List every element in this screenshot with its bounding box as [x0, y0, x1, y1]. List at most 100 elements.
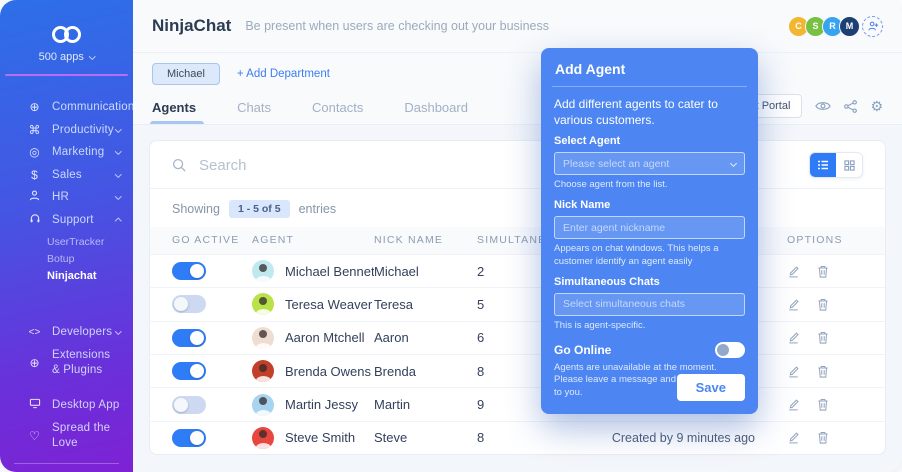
row-toggle[interactable] — [172, 396, 206, 414]
grid-view-button[interactable] — [836, 153, 862, 177]
add-member-button[interactable] — [862, 16, 883, 37]
code-icon: <> — [27, 327, 42, 338]
agent-name: Steve Smith — [285, 430, 355, 445]
row-toggle[interactable] — [172, 429, 206, 447]
sidebar-item-extensions-plugins[interactable]: ⊕ Extensions & Plugins — [0, 344, 133, 382]
sidebar: 500 apps All Apps My Apps ⊕ Communicatio… — [0, 0, 133, 472]
support-submenu: UserTracker Botup Ninjachat — [0, 234, 133, 285]
tab-chats[interactable]: Chats — [237, 100, 271, 124]
showing-row: Showing 1 - 5 of 5 entries — [150, 189, 885, 227]
entries-label: entries — [299, 202, 337, 216]
delete-icon[interactable] — [817, 298, 829, 311]
agent-name: Brenda Owens — [285, 364, 371, 379]
nick-name-label: Nick Name — [554, 199, 745, 211]
page-title: NinjaChat — [152, 16, 231, 36]
sidebar-footer: ✎ ⚙ — [0, 455, 133, 472]
delete-icon[interactable] — [817, 398, 829, 411]
sidebar-item-sales[interactable]: $ Sales — [0, 164, 133, 187]
col-agent: AGENT — [252, 234, 374, 246]
sidebar-item-support[interactable]: Support — [0, 209, 133, 232]
save-button[interactable]: Save — [677, 374, 745, 401]
plugin-icon: ⊕ — [27, 356, 42, 370]
person-plus-icon — [867, 20, 879, 32]
delete-icon[interactable] — [817, 265, 829, 278]
row-toggle[interactable] — [172, 295, 206, 313]
edit-icon[interactable] — [787, 398, 800, 411]
agent-name: Michael Bennett — [285, 264, 374, 279]
sidebar-item-usertracker[interactable]: UserTracker — [47, 234, 133, 251]
row-toggle[interactable] — [172, 329, 206, 347]
nick-name-help: Appears on chat windows. This helps a cu… — [554, 243, 745, 269]
nick-name: Martin — [374, 397, 477, 412]
table-row: Martin Jessy Martin 9 — [150, 387, 885, 420]
table-header: GO ACTIVE AGENT NICK NAME SIMULTANEOUS C… — [150, 227, 885, 254]
dollar-icon: $ — [27, 168, 42, 182]
table-row: Michael Bennett Michael 2 — [150, 254, 885, 287]
tab-agents[interactable]: Agents — [152, 100, 196, 124]
agent-avatar — [252, 293, 274, 315]
all-apps-pill[interactable]: All Apps — [6, 74, 66, 76]
edit-icon[interactable] — [787, 431, 800, 444]
sidebar-item-spread-the-love[interactable]: ♡ Spread the Love — [0, 417, 133, 455]
add-department-link[interactable]: + Add Department — [237, 68, 330, 80]
page-subtitle: Be present when users are checking out y… — [245, 19, 549, 33]
sidebar-item-developers[interactable]: <> Developers — [0, 321, 133, 344]
agents-card: Showing 1 - 5 of 5 entries GO ACTIVE AGE… — [149, 140, 886, 455]
view-toggle — [809, 152, 863, 178]
headset-icon — [27, 213, 42, 227]
content-area: Showing 1 - 5 of 5 entries GO ACTIVE AGE… — [133, 125, 902, 472]
sidebar-item-botup[interactable]: Botup — [47, 251, 133, 268]
agent-avatar — [252, 427, 274, 449]
sidebar-item-communications[interactable]: ⊕ Communications — [0, 96, 133, 119]
sidebar-item-desktop-app[interactable]: Desktop App — [0, 394, 133, 417]
simultaneous-chats-label: Simultaneous Chats — [554, 276, 745, 288]
go-online-toggle[interactable] — [715, 342, 745, 358]
edit-icon[interactable] — [787, 331, 800, 344]
tabs-bar: Agents Chats Contacts Dashboard Agent Po… — [133, 89, 902, 125]
edit-icon[interactable] — [787, 298, 800, 311]
sidebar-item-ninjachat[interactable]: Ninjachat — [47, 268, 133, 285]
sidebar-item-marketing[interactable]: ◎ Marketing — [0, 141, 133, 164]
infinity-logo-icon — [0, 26, 133, 43]
apps-filter-switch: All Apps My Apps — [5, 74, 128, 76]
avatar[interactable]: M — [839, 16, 860, 37]
edit-icon[interactable] — [787, 365, 800, 378]
my-apps-pill[interactable]: My Apps — [66, 74, 127, 76]
agent-avatar — [252, 327, 274, 349]
globe-icon: ⊕ — [27, 100, 42, 114]
count-badge: 1 - 5 of 5 — [229, 200, 290, 218]
tab-contacts[interactable]: Contacts — [312, 100, 363, 124]
list-view-button[interactable] — [810, 153, 836, 177]
settings-gear-icon[interactable]: ⚙ — [870, 98, 883, 115]
department-chip-michael[interactable]: Michael — [152, 63, 220, 85]
row-toggle[interactable] — [172, 262, 206, 280]
add-agent-modal: Add Agent Add different agents to cater … — [541, 48, 758, 414]
table-row: Brenda Owens Brenda 8 — [150, 354, 885, 387]
sidebar-nav: ⊕ Communications ⌘ Productivity ◎ Market… — [0, 96, 133, 455]
eye-icon[interactable] — [815, 100, 831, 112]
simultaneous-chats-help: This is agent-specific. — [554, 320, 745, 333]
delete-icon[interactable] — [817, 365, 829, 378]
sidebar-item-hr[interactable]: HR — [0, 186, 133, 209]
share-icon[interactable] — [844, 100, 857, 113]
nick-name: Teresa — [374, 297, 477, 312]
agent-name: Martin Jessy — [285, 397, 358, 412]
team-avatars: C S R M — [792, 16, 883, 37]
table-row: Aaron Mtchell Aaron 6 — [150, 321, 885, 354]
delete-icon[interactable] — [817, 331, 829, 344]
modal-title: Add Agent — [554, 48, 745, 86]
row-toggle[interactable] — [172, 362, 206, 380]
table-row: Steve Smith Steve 8 Created by 9 minutes… — [150, 421, 885, 454]
department-bar: Michael + Add Department — [133, 53, 902, 89]
delete-icon[interactable] — [817, 431, 829, 444]
select-agent-dropdown[interactable]: Please select an agent — [554, 152, 745, 175]
search-bar — [150, 141, 885, 189]
tab-dashboard[interactable]: Dashboard — [404, 100, 468, 124]
simultaneous-chats-dropdown[interactable]: Select simultaneous chats — [554, 293, 745, 316]
apps-count-dropdown[interactable]: 500 apps — [0, 51, 133, 63]
agent-name: Teresa Weaver — [285, 297, 372, 312]
edit-icon[interactable] — [787, 265, 800, 278]
nick-name-input[interactable] — [563, 222, 736, 234]
sidebar-item-productivity[interactable]: ⌘ Productivity — [0, 119, 133, 142]
heart-icon: ♡ — [27, 429, 42, 443]
